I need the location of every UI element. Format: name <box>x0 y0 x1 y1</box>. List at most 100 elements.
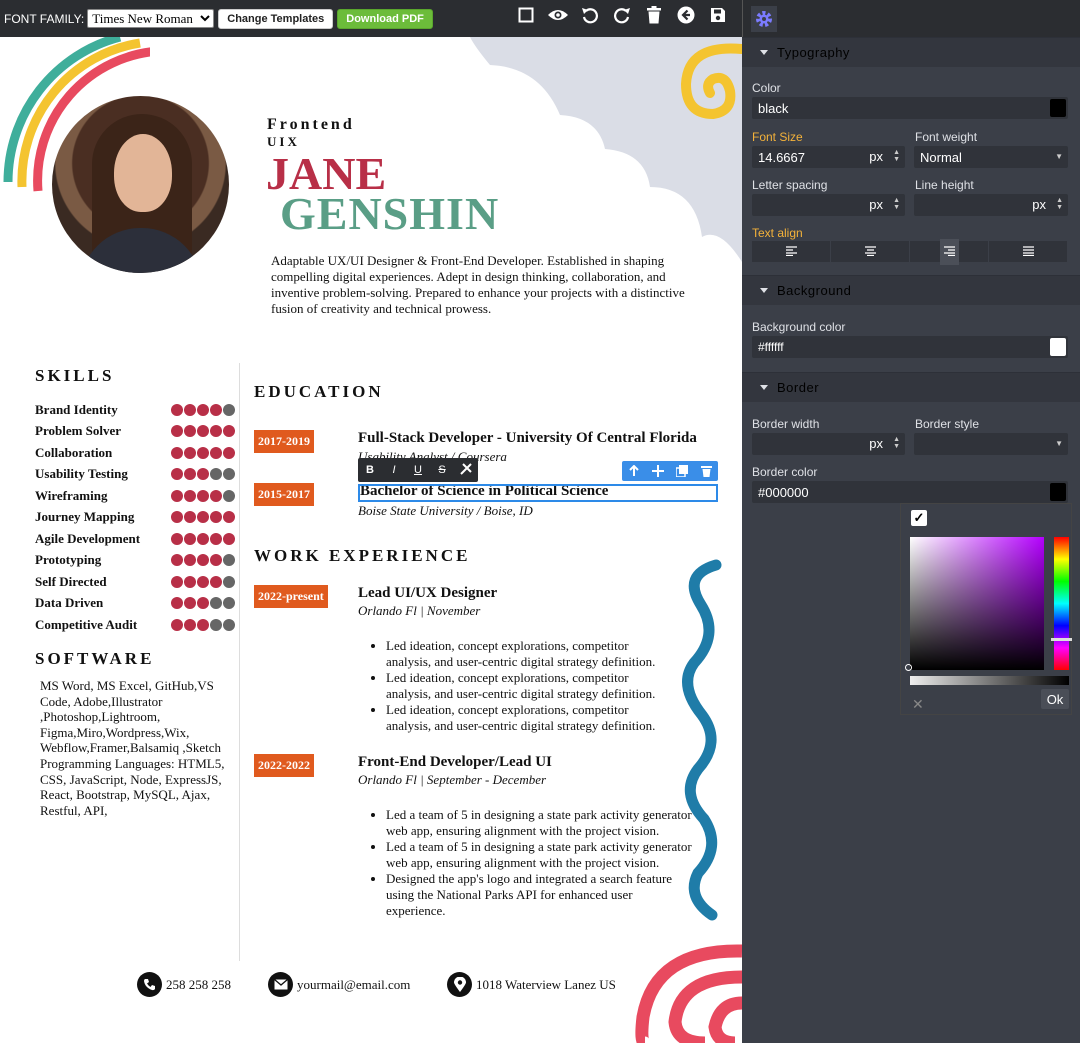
line-height-field[interactable]: px ▲ ▼ <box>914 194 1068 216</box>
skill-row[interactable]: Data Driven <box>35 593 235 615</box>
bg-color-field[interactable]: #ffffff <box>752 336 1068 358</box>
move-up-icon[interactable] <box>622 461 646 481</box>
change-templates-button[interactable]: Change Templates <box>218 8 334 29</box>
work-subtitle[interactable]: Orlando Fl | September - December <box>358 772 546 788</box>
clear-format-icon[interactable] <box>454 462 478 479</box>
skill-row[interactable]: Wireframing <box>35 485 235 507</box>
bg-color-swatch[interactable] <box>1050 338 1066 356</box>
skill-row[interactable]: Collaboration <box>35 442 235 464</box>
stepper-icon[interactable]: ▲ ▼ <box>1056 197 1063 211</box>
download-pdf-button[interactable]: Download PDF <box>337 8 433 29</box>
work-bullet[interactable]: Led ideation, concept explorations, comp… <box>386 702 676 734</box>
software-text[interactable]: MS Word, MS Excel, GitHub,VS Code, Adobe… <box>40 678 230 818</box>
typography-section-header[interactable]: Typography <box>742 37 1080 67</box>
skill-name: Collaboration <box>35 444 113 460</box>
education-years-badge[interactable]: 2015-2017 <box>254 483 314 506</box>
skills-heading[interactable]: SKILLS <box>35 366 114 386</box>
bold-button[interactable]: B <box>358 464 382 476</box>
redo-icon[interactable] <box>606 3 638 27</box>
software-heading[interactable]: SOFTWARE <box>35 649 154 669</box>
eye-icon[interactable] <box>542 3 574 27</box>
contact-address[interactable]: 1018 Waterview Lanez US <box>447 972 616 997</box>
saturation-area[interactable] <box>910 537 1044 670</box>
education-title[interactable]: Full-Stack Developer - University Of Cen… <box>358 430 697 447</box>
skill-row[interactable]: Usability Testing <box>35 464 235 486</box>
undo-icon[interactable] <box>574 3 606 27</box>
align-right-button[interactable] <box>910 238 989 265</box>
move-icon[interactable] <box>646 461 670 481</box>
align-left-button[interactable] <box>752 241 831 262</box>
back-circle-icon[interactable] <box>670 3 702 27</box>
hue-slider[interactable] <box>1054 537 1069 670</box>
education-subtitle[interactable]: Boise State University / Boise, ID <box>358 503 533 519</box>
stepper-icon[interactable]: ▲ ▼ <box>893 149 900 163</box>
picker-ok-button[interactable]: Ok <box>1041 689 1069 709</box>
hue-handle[interactable] <box>1051 638 1072 641</box>
alpha-slider[interactable] <box>910 676 1069 685</box>
work-years-badge[interactable]: 2022-present <box>254 585 328 608</box>
role-line-frontend[interactable]: Frontend <box>267 116 355 134</box>
saturation-handle[interactable] <box>905 664 912 671</box>
save-icon[interactable] <box>702 3 734 27</box>
rating-dot-filled <box>171 425 183 438</box>
letter-spacing-field[interactable]: px ▲ ▼ <box>752 194 905 216</box>
checkmark-icon[interactable]: ✓ <box>911 510 927 526</box>
border-color-value: #000000 <box>758 484 809 500</box>
skill-row[interactable]: Agile Development <box>35 528 235 550</box>
last-name[interactable]: GENSHIN <box>280 191 499 237</box>
skill-row[interactable]: Competitive Audit <box>35 614 235 636</box>
strikethrough-button[interactable]: S <box>430 464 454 476</box>
skill-name: Journey Mapping <box>35 509 135 525</box>
work-bullet[interactable]: Led ideation, concept explorations, comp… <box>386 638 676 670</box>
rating-dot-empty <box>223 468 235 481</box>
text-format-toolbar: B I U S <box>358 458 478 482</box>
checkbox-icon[interactable] <box>510 3 542 27</box>
work-subtitle[interactable]: Orlando Fl | November <box>358 603 480 619</box>
delete-icon[interactable] <box>694 461 718 481</box>
contact-phone[interactable]: 258 258 258 <box>137 972 231 997</box>
gear-icon[interactable] <box>751 5 777 32</box>
underline-button[interactable]: U <box>406 464 430 476</box>
border-section-header[interactable]: Border <box>742 372 1080 402</box>
work-title[interactable]: Front-End Developer/Lead UI <box>358 754 552 771</box>
border-color-field[interactable]: #000000 <box>752 481 1068 503</box>
work-bullet[interactable]: Led a team of 5 in designing a state par… <box>386 839 692 871</box>
skill-row[interactable]: Prototyping <box>35 550 235 572</box>
education-years-badge[interactable]: 2017-2019 <box>254 430 314 453</box>
education-heading[interactable]: EDUCATION <box>254 382 384 402</box>
work-bullet[interactable]: Led ideation, concept explorations, comp… <box>386 670 676 702</box>
work-heading[interactable]: WORK EXPERIENCE <box>254 546 470 566</box>
skill-row[interactable]: Problem Solver <box>35 421 235 443</box>
resume-page[interactable]: Frontend UIX JANE GENSHIN Adaptable UX/U… <box>0 37 742 1043</box>
color-field[interactable]: black <box>752 97 1068 119</box>
border-style-select[interactable]: ▼ <box>914 433 1068 455</box>
close-icon[interactable]: ✕ <box>912 696 924 713</box>
profile-photo[interactable] <box>52 96 229 273</box>
align-justify-button[interactable] <box>989 241 1068 262</box>
work-bullet[interactable]: Designed the app's logo and integrated a… <box>386 871 692 919</box>
duplicate-icon[interactable] <box>670 461 694 481</box>
font-weight-select[interactable]: Normal ▼ <box>914 146 1068 168</box>
skill-row[interactable]: Journey Mapping <box>35 507 235 529</box>
work-years-badge[interactable]: 2022-2022 <box>254 754 314 777</box>
stepper-icon[interactable]: ▲ ▼ <box>893 197 900 211</box>
border-color-swatch[interactable] <box>1050 483 1066 501</box>
summary-text[interactable]: Adaptable UX/UI Designer & Front-End Dev… <box>271 253 696 317</box>
font-size-field[interactable]: 14.6667 px ▲ ▼ <box>752 146 905 168</box>
panel-topbar <box>742 0 1080 37</box>
trash-icon[interactable] <box>638 3 670 27</box>
font-family-select[interactable]: Times New Roman <box>87 9 215 28</box>
collapse-caret-icon <box>760 288 768 293</box>
border-width-field[interactable]: px ▲ ▼ <box>752 433 905 455</box>
align-center-button[interactable] <box>831 241 910 262</box>
skill-row[interactable]: Self Directed <box>35 571 235 593</box>
stepper-icon[interactable]: ▲ ▼ <box>893 436 900 450</box>
work-title[interactable]: Lead UI/UX Designer <box>358 585 497 602</box>
border-color-label: Border color <box>752 465 818 479</box>
work-bullet[interactable]: Led a team of 5 in designing a state par… <box>386 807 692 839</box>
skill-row[interactable]: Brand Identity <box>35 399 235 421</box>
contact-email[interactable]: yourmail@email.com <box>268 972 410 997</box>
background-section-header[interactable]: Background <box>742 275 1080 305</box>
color-swatch[interactable] <box>1050 99 1066 117</box>
italic-button[interactable]: I <box>382 464 406 476</box>
